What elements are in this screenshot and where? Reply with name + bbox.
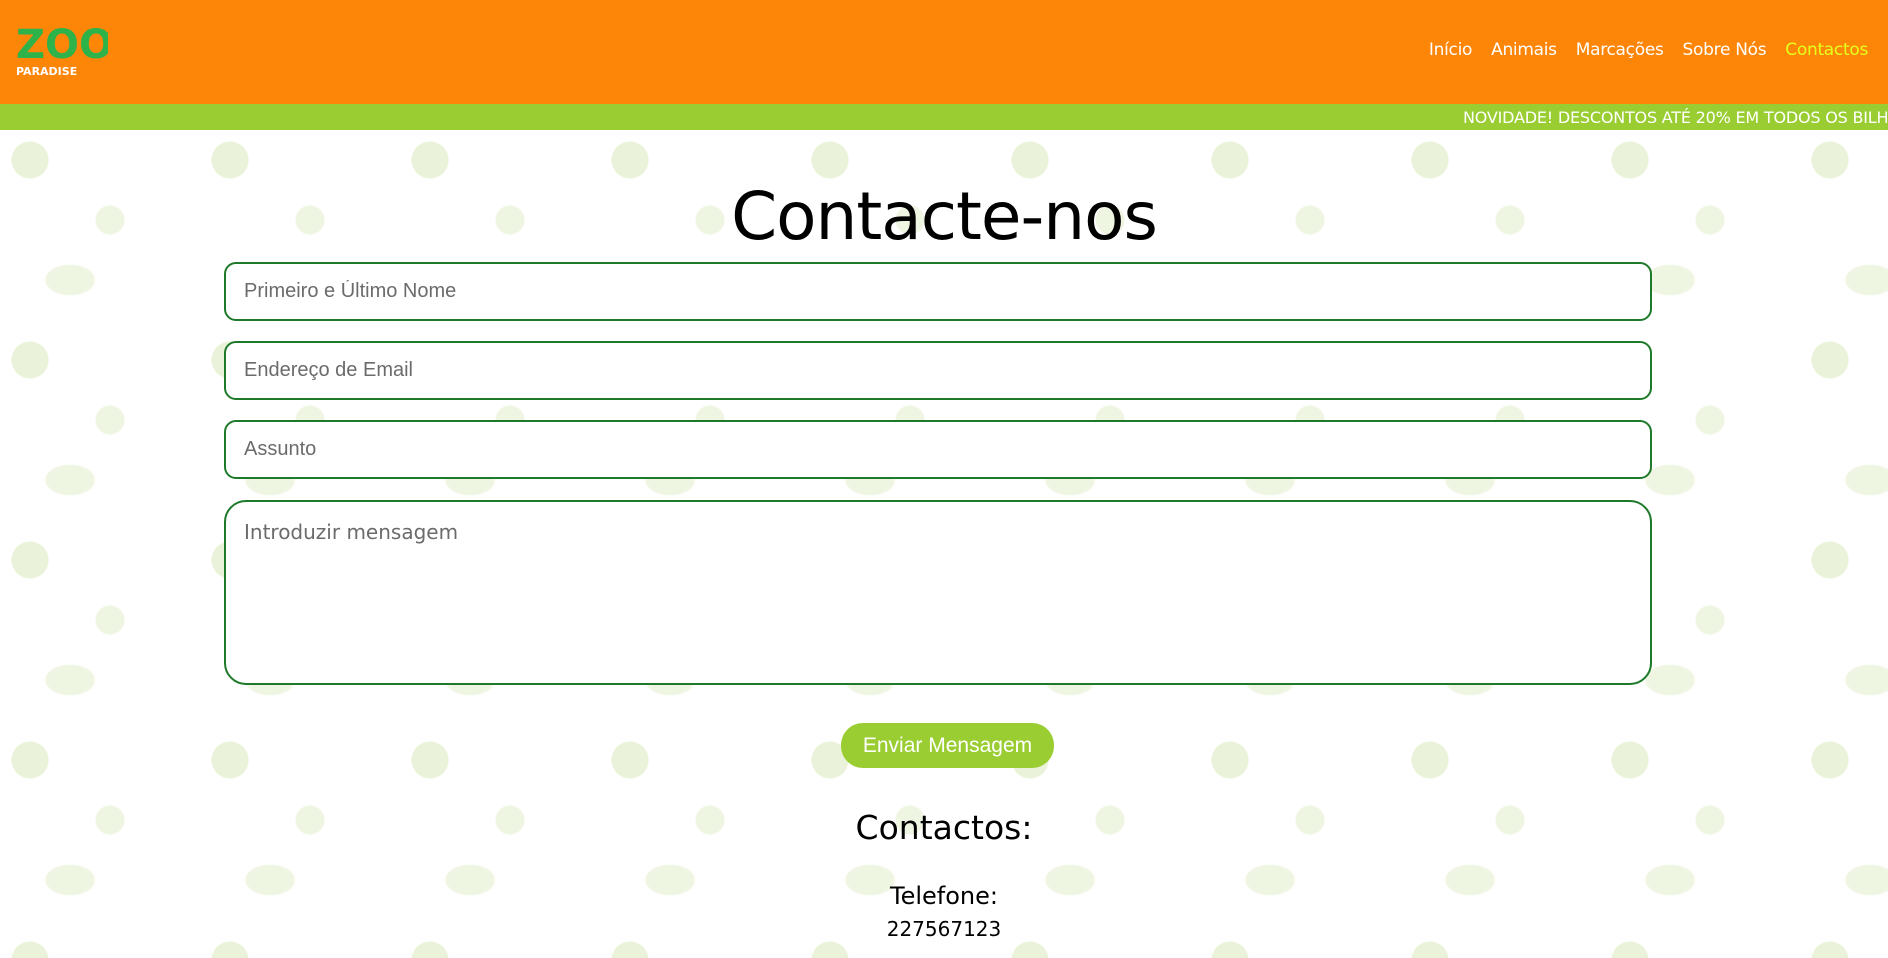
page-title: Contacte-nos	[731, 178, 1158, 255]
subject-input[interactable]	[224, 420, 1652, 479]
message-textarea[interactable]	[224, 500, 1652, 685]
name-input[interactable]	[224, 262, 1652, 321]
nav-sobre-nos[interactable]: Sobre Nós	[1683, 40, 1767, 60]
svg-text:PARADISE: PARADISE	[16, 65, 77, 78]
promo-ticker: NOVIDADE! DESCONTOS ATÉ 20% EM TODOS OS …	[0, 104, 1888, 130]
main-nav: Início Animais Marcações Sobre Nós Conta…	[1429, 40, 1868, 60]
email-input[interactable]	[224, 341, 1652, 400]
site-header: ZOO PARADISE Início Animais Marcações So…	[0, 0, 1888, 104]
send-message-button[interactable]: Enviar Mensagem	[841, 723, 1054, 768]
logo-icon: ZOO PARADISE	[16, 22, 113, 78]
nav-marcacoes[interactable]: Marcações	[1576, 40, 1664, 60]
contacts-heading: Contactos:	[855, 808, 1033, 847]
svg-text:ZOO: ZOO	[16, 22, 108, 68]
nav-animais[interactable]: Animais	[1491, 40, 1557, 60]
nav-contactos[interactable]: Contactos	[1785, 40, 1868, 60]
phone-label: Telefone:	[890, 882, 998, 910]
zoo-paradise-logo[interactable]: ZOO PARADISE	[14, 18, 113, 78]
nav-inicio[interactable]: Início	[1429, 40, 1472, 60]
promo-ticker-text: NOVIDADE! DESCONTOS ATÉ 20% EM TODOS OS …	[1463, 108, 1888, 127]
phone-value: 227567123	[886, 917, 1002, 941]
